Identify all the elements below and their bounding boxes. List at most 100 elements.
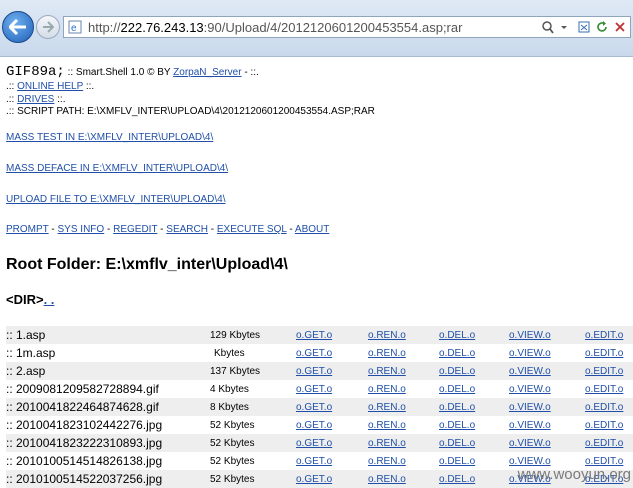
get-link[interactable]: o.GET.o (296, 348, 332, 359)
get-link[interactable]: o.GET.o (296, 438, 332, 449)
root-folder-title: Root Folder: E:\xmflv_inter\Upload\4\ (6, 256, 288, 273)
rename-link[interactable]: o.REN.o (368, 366, 406, 377)
menu-about[interactable]: ABOUT (295, 224, 329, 235)
file-row: :: 2009081209582728894.gif 4 Kbytes o.GET.… (6, 380, 633, 398)
shell-header: GIF89a; :: Smart.Shell 1.0 © BY ZorpaN_S… (6, 64, 259, 80)
edit-link[interactable]: o.EDIT.o (585, 402, 623, 413)
get-link[interactable]: o.GET.o (296, 330, 332, 341)
file-name: :: 2010041823102442276.jpg (6, 418, 163, 432)
delete-link[interactable]: o.DEL.o (439, 438, 475, 449)
file-name: :: 2010100514514826138.jpg (6, 454, 163, 468)
view-link[interactable]: o.VIEW.o (509, 366, 551, 377)
drives-link[interactable]: DRIVES (17, 94, 54, 105)
close-icon[interactable] (614, 20, 626, 34)
browser-toolbar: e http://222.76.243.13:90/Upload/4/20121… (0, 0, 633, 57)
get-link[interactable]: o.GET.o (296, 366, 332, 377)
rename-link[interactable]: o.REN.o (368, 348, 406, 359)
view-link[interactable]: o.VIEW.o (509, 348, 551, 359)
get-link[interactable]: o.GET.o (296, 384, 332, 395)
edit-link[interactable]: o.EDIT.o (585, 348, 623, 359)
rename-link[interactable]: o.REN.o (368, 420, 406, 431)
file-name: :: 2.asp (6, 364, 46, 378)
back-button[interactable] (2, 11, 34, 43)
delete-link[interactable]: o.DEL.o (439, 402, 475, 413)
gif-tag: GIF89a; (6, 64, 65, 80)
edit-link[interactable]: o.EDIT.o (585, 420, 623, 431)
file-size: 52 Kbytes (210, 456, 255, 467)
svg-text:e: e (71, 23, 77, 34)
file-size: 8 Kbytes (210, 402, 249, 413)
rename-link[interactable]: o.REN.o (368, 384, 406, 395)
menu-execute-sql[interactable]: EXECUTE SQL (217, 224, 287, 235)
view-link[interactable]: o.VIEW.o (509, 420, 551, 431)
delete-link[interactable]: o.DEL.o (439, 384, 475, 395)
dir-label: <DIR> (6, 292, 44, 307)
get-link[interactable]: o.GET.o (296, 402, 332, 413)
menu-search[interactable]: SEARCH (166, 224, 208, 235)
rename-link[interactable]: o.REN.o (368, 474, 406, 485)
watermark: www.wooyun.org (517, 466, 631, 483)
file-size: 52 Kbytes (210, 438, 255, 449)
delete-link[interactable]: o.DEL.o (439, 456, 475, 467)
address-url: http://222.76.243.13:90/Upload/4/2012120… (88, 20, 463, 35)
forward-button[interactable] (36, 15, 60, 39)
dropdown-icon[interactable] (560, 20, 572, 34)
file-row: :: 1m.asp Kbytes o.GET.o o.REN.o o.DEL.o o.VI… (6, 344, 633, 362)
file-row: :: 2010041823222310893.jpg 52 Kbytes o.GET… (6, 434, 633, 452)
get-link[interactable]: o.GET.o (296, 420, 332, 431)
script-path: .:: SCRIPT PATH: E:\XMFLV_INTER\UPLOAD\4… (6, 106, 375, 117)
arrow-right-icon (43, 21, 54, 33)
arrow-left-icon (9, 19, 26, 35)
edit-link[interactable]: o.EDIT.o (585, 366, 623, 377)
edit-link[interactable]: o.EDIT.o (585, 384, 623, 395)
menu-prompt[interactable]: PROMPT (6, 224, 49, 235)
title-prefix: :: Smart.Shell 1.0 © BY (67, 67, 171, 78)
rename-link[interactable]: o.REN.o (368, 330, 406, 341)
mass-deface-link[interactable]: MASS DEFACE IN E:\XMFLV_INTER\UPLOAD\4\ (6, 163, 228, 174)
menu-sys-info[interactable]: SYS INFO (58, 224, 105, 235)
delete-link[interactable]: o.DEL.o (439, 348, 475, 359)
address-bar[interactable]: e http://222.76.243.13:90/Upload/4/20121… (63, 16, 631, 38)
drives-line: .:: DRIVES ::. (6, 94, 66, 105)
file-name: :: 1.asp (6, 328, 46, 342)
tool-menu: PROMPT - SYS INFO - REGEDIT - SEARCH - E… (6, 224, 330, 235)
rename-link[interactable]: o.REN.o (368, 402, 406, 413)
view-link[interactable]: o.VIEW.o (509, 330, 551, 341)
compatibility-icon[interactable] (578, 20, 590, 34)
get-link[interactable]: o.GET.o (296, 474, 332, 485)
delete-link[interactable]: o.DEL.o (439, 366, 475, 377)
file-name: :: 2010041823222310893.jpg (6, 436, 163, 450)
edit-link[interactable]: o.EDIT.o (585, 438, 623, 449)
parent-dir: <DIR>. . (6, 292, 54, 307)
author-link[interactable]: ZorpaN_Server (173, 67, 241, 78)
file-name: :: 2010041822464874628.gif (6, 400, 159, 414)
file-size: 52 Kbytes (210, 474, 255, 485)
file-name: :: 1m.asp (6, 346, 56, 360)
file-row: :: 2.asp 137 Kbytes o.GET.o o.REN.o o.DEL.o o… (6, 362, 633, 380)
view-link[interactable]: o.VIEW.o (509, 384, 551, 395)
rename-link[interactable]: o.REN.o (368, 438, 406, 449)
file-size: 52 Kbytes (210, 420, 255, 431)
get-link[interactable]: o.GET.o (296, 456, 332, 467)
upload-file-link[interactable]: UPLOAD FILE TO E:\XMFLV_INTER\UPLOAD\4\ (6, 194, 226, 205)
ie-page-icon: e (68, 20, 82, 34)
file-size: 4 Kbytes (210, 384, 249, 395)
parent-dir-link[interactable]: . . (44, 292, 55, 307)
menu-regedit[interactable]: REGEDIT (113, 224, 157, 235)
file-row: :: 2010041822464874628.gif 8 Kbytes o.GET.… (6, 398, 633, 416)
file-size: 137 Kbytes (210, 366, 261, 377)
online-help-link[interactable]: ONLINE HELP (17, 81, 83, 92)
rename-link[interactable]: o.REN.o (368, 456, 406, 467)
file-size: 129 Kbytes (210, 330, 261, 341)
view-link[interactable]: o.VIEW.o (509, 438, 551, 449)
delete-link[interactable]: o.DEL.o (439, 420, 475, 431)
file-row: :: 1.asp 129 Kbytes o.GET.o o.REN.o o.DEL.o o… (6, 326, 633, 344)
view-link[interactable]: o.VIEW.o (509, 402, 551, 413)
file-name: :: 2009081209582728894.gif (6, 382, 159, 396)
edit-link[interactable]: o.EDIT.o (585, 330, 623, 341)
mass-test-link[interactable]: MASS TEST IN E:\XMFLV_INTER\UPLOAD\4\ (6, 132, 213, 143)
delete-link[interactable]: o.DEL.o (439, 330, 475, 341)
search-icon[interactable] (542, 20, 554, 34)
delete-link[interactable]: o.DEL.o (439, 474, 475, 485)
refresh-icon[interactable] (596, 20, 608, 34)
